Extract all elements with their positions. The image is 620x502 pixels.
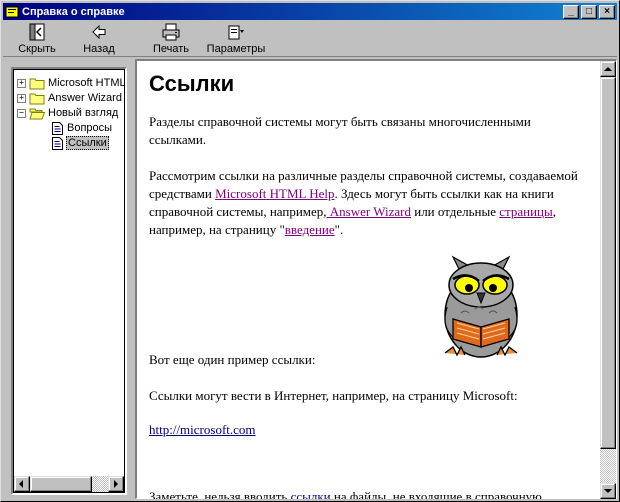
paragraph-internet: Ссылки могут вести в Интернет, например,… — [149, 388, 518, 403]
arrow-left-icon — [19, 480, 23, 488]
text: или отдельные — [410, 204, 500, 219]
owl-reading-book-illustration — [444, 255, 518, 358]
print-label: Печать — [152, 43, 190, 55]
tree-item-label: Microsoft HTML — [48, 77, 124, 89]
title-bar[interactable]: Справка о справке _ □ × — [3, 3, 617, 20]
help-window: Справка о справке _ □ × Скрыть Назад Печ… — [0, 0, 620, 502]
topic-content: Ссылки Разделы справочной системы могут … — [137, 61, 599, 499]
contents-tree: + Microsoft HTML + Answer Wizard − Новый… — [11, 67, 127, 495]
tree-item-questions[interactable]: Вопросы — [52, 121, 113, 135]
text: на файлы, не входящие в справочную — [330, 489, 542, 499]
minimize-button[interactable]: _ — [563, 4, 579, 19]
tree-item-links[interactable]: Ссылки — [52, 136, 109, 150]
text: Заметьте, нельзя вводить — [149, 489, 291, 499]
arrow-down-icon — [604, 489, 612, 493]
text: ". — [334, 222, 344, 237]
scroll-thumb[interactable] — [600, 77, 616, 449]
arrow-right-icon — [114, 480, 118, 488]
link-pages[interactable]: страницы — [499, 204, 553, 219]
link-introduction[interactable]: введение — [285, 222, 335, 237]
printer-icon — [161, 22, 181, 42]
help-app-icon — [5, 5, 19, 19]
paragraph-intro: Разделы справочной системы могут быть св… — [149, 114, 531, 147]
paragraph-note: Заметьте, нельзя вводить ссылки на файлы… — [149, 488, 589, 499]
tree-item-label: Вопросы — [67, 122, 113, 134]
tree-list: + Microsoft HTML + Answer Wizard − Новый… — [14, 70, 124, 475]
hide-button[interactable]: Скрыть — [9, 21, 65, 55]
scroll-up-button[interactable] — [600, 61, 616, 77]
link-microsoft-com[interactable]: http://microsoft.com — [149, 422, 256, 437]
expand-icon[interactable]: + — [17, 93, 26, 103]
expand-icon[interactable]: + — [17, 78, 26, 88]
scroll-right-button[interactable] — [108, 476, 124, 492]
tree-item-label: Новый взгляд — [48, 107, 119, 119]
paragraph-another-example: Вот еще один пример ссылки: — [149, 352, 316, 367]
tree-item-new-look[interactable]: − Новый взгляд — [17, 106, 119, 120]
hide-label: Скрыть — [18, 43, 56, 55]
options-label: Параметры — [206, 43, 266, 55]
open-folder-icon — [29, 108, 45, 119]
topic-heading: Ссылки — [149, 71, 235, 96]
back-button[interactable]: Назад — [71, 21, 127, 55]
scroll-down-button[interactable] — [600, 483, 616, 499]
link-microsoft-html-help[interactable]: Microsoft HTML Help — [215, 186, 334, 201]
back-label: Назад — [83, 43, 115, 55]
options-button[interactable]: Параметры — [201, 21, 271, 55]
toolbar: Скрыть Назад Печать Параметры — [3, 21, 617, 57]
tree-item-microsoft-html[interactable]: + Microsoft HTML — [17, 76, 124, 90]
back-arrow-icon — [89, 22, 109, 42]
page-icon — [52, 121, 63, 135]
tree-item-answer-wizard[interactable]: + Answer Wizard — [17, 91, 123, 105]
close-button[interactable]: × — [599, 4, 615, 19]
maximize-button[interactable]: □ — [581, 4, 597, 19]
folder-icon — [29, 78, 45, 89]
tree-item-label-selected: Ссылки — [66, 136, 109, 150]
scroll-thumb[interactable] — [30, 476, 92, 492]
tree-item-label: Answer Wizard — [48, 92, 122, 104]
folder-icon — [29, 93, 45, 104]
hide-pane-icon — [27, 22, 47, 42]
arrow-up-icon — [604, 67, 612, 71]
options-icon — [226, 22, 246, 42]
print-button[interactable]: Печать — [141, 21, 201, 55]
link-answer-wizard[interactable]: Answer Wizard — [327, 204, 411, 219]
tree-horizontal-scrollbar[interactable] — [14, 476, 124, 492]
scroll-left-button[interactable] — [14, 476, 30, 492]
paragraph-links: Рассмотрим ссылки на различные разделы с… — [149, 167, 589, 239]
page-icon — [52, 136, 63, 150]
link-links[interactable]: ссылки — [291, 489, 331, 499]
collapse-icon[interactable]: − — [17, 108, 26, 118]
topic-vertical-scrollbar[interactable] — [600, 61, 616, 499]
window-title: Справка о справке — [22, 5, 125, 18]
topic-pane: Ссылки Разделы справочной системы могут … — [135, 59, 617, 499]
paragraph-url: http://microsoft.com — [149, 421, 589, 439]
